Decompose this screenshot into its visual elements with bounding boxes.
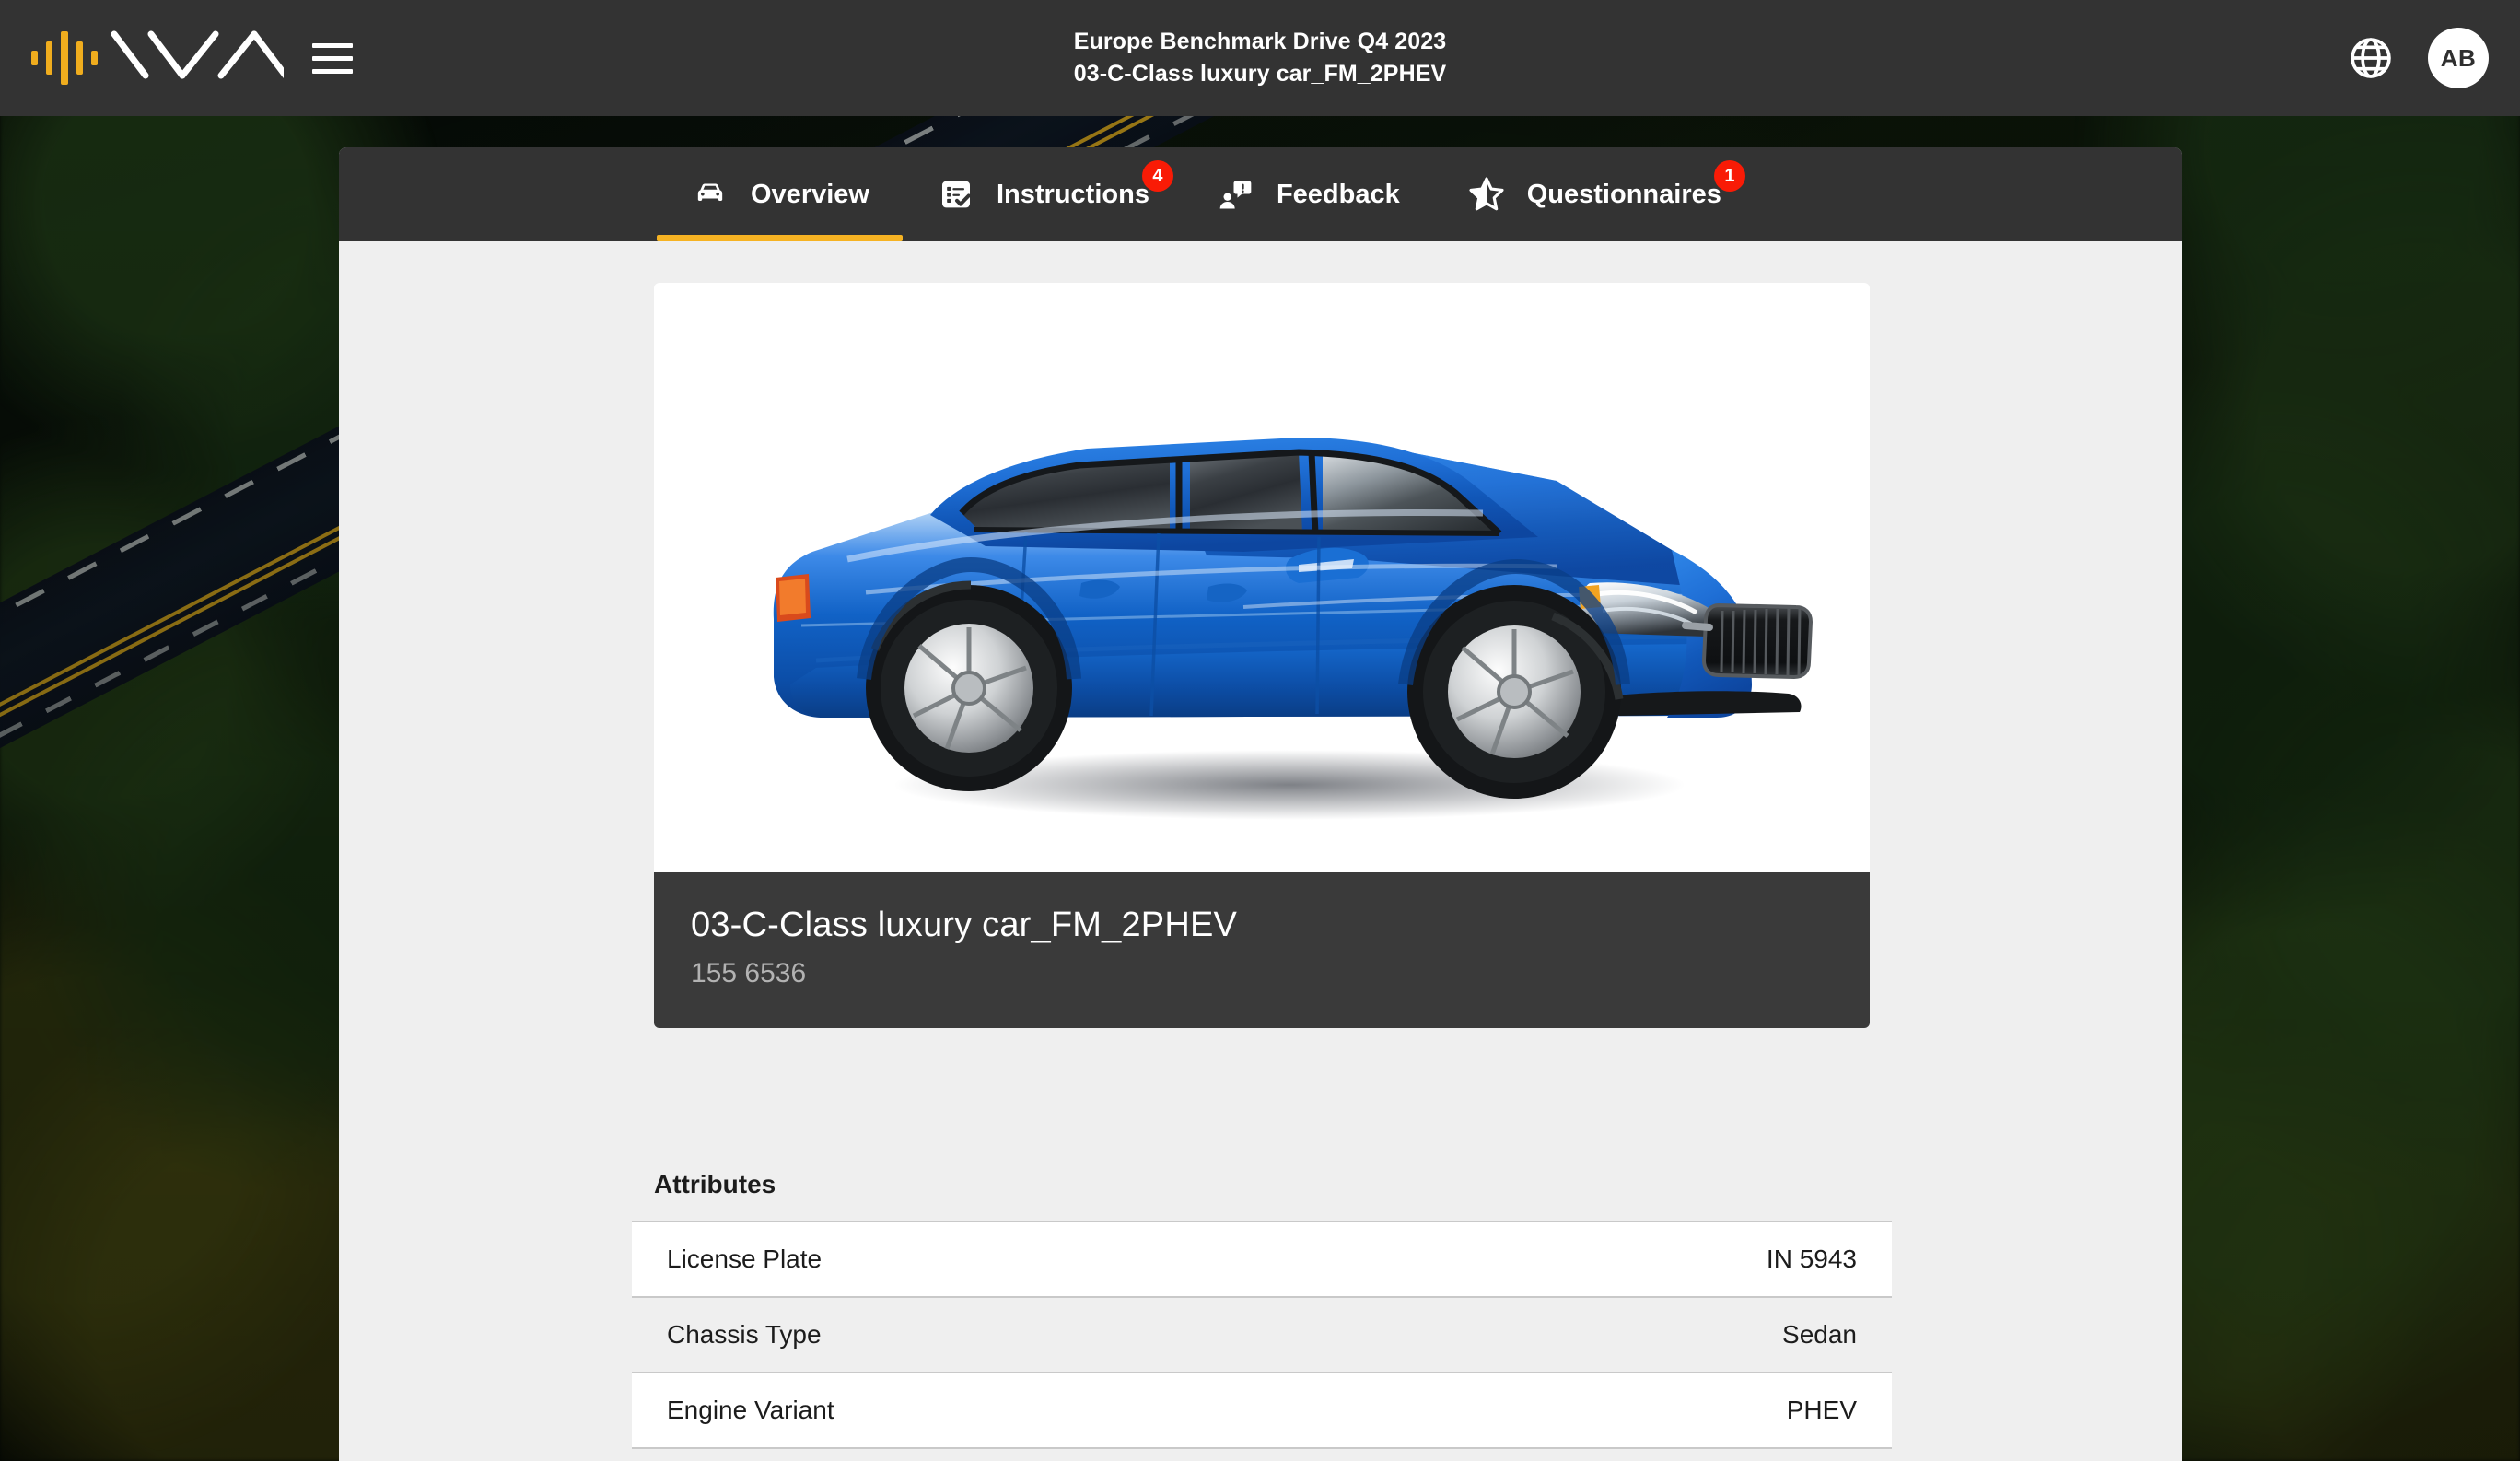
page-subtitle: 03-C-Class luxury car_FM_2PHEV xyxy=(1073,61,1447,87)
overview-panel-body: 03-C-Class luxury car_FM_2PHEV 155 6536 … xyxy=(339,241,2182,1461)
attribute-value: Sedan xyxy=(1782,1320,1857,1349)
car-icon xyxy=(690,174,730,215)
hamburger-bar-2 xyxy=(312,55,353,61)
clipboard-check-icon xyxy=(936,174,976,215)
vehicle-image xyxy=(654,283,1870,872)
attribute-value: IN 5943 xyxy=(1766,1245,1857,1273)
attribute-key: Chassis Type xyxy=(667,1320,822,1349)
table-row[interactable]: License Plate IN 5943 xyxy=(632,1221,1892,1296)
top-app-bar: Europe Benchmark Drive Q4 2023 03-C-Clas… xyxy=(0,0,2520,116)
star-half-icon xyxy=(1466,174,1507,215)
page-title: Europe Benchmark Drive Q4 2023 xyxy=(1073,29,1447,54)
vehicle-meta: 03-C-Class luxury car_FM_2PHEV 155 6536 xyxy=(654,872,1870,1028)
attribute-key: Engine Variant xyxy=(667,1396,834,1424)
avatar-initials: AB xyxy=(2440,43,2477,72)
header-title-block: Europe Benchmark Drive Q4 2023 03-C-Clas… xyxy=(0,0,2520,116)
vehicle-identifier: 155 6536 xyxy=(691,958,807,988)
table-row[interactable]: Chassis Type Sedan xyxy=(632,1296,1892,1372)
tab-instructions-badge: 4 xyxy=(1141,160,1173,192)
hamburger-bar-1 xyxy=(312,42,353,48)
content-panel: Overview Instructions 4 Feedback Questio… xyxy=(339,147,2182,1461)
tab-instructions[interactable]: Instructions 4 xyxy=(903,147,1183,241)
vehicle-card: 03-C-Class luxury car_FM_2PHEV 155 6536 xyxy=(654,283,1870,1028)
tab-questionnaires[interactable]: Questionnaires 1 xyxy=(1433,147,1755,241)
hamburger-menu-button[interactable] xyxy=(304,29,361,87)
globe-icon[interactable] xyxy=(2347,34,2395,82)
table-row[interactable]: Max Power (PS) 280 xyxy=(632,1447,1892,1461)
tab-questionnaires-badge: 1 xyxy=(1713,160,1745,192)
brand-logo[interactable] xyxy=(26,21,284,95)
vehicle-name: 03-C-Class luxury car_FM_2PHEV xyxy=(691,906,1238,944)
tab-overview[interactable]: Overview xyxy=(657,147,903,241)
tab-feedback[interactable]: Feedback xyxy=(1183,147,1433,241)
tab-instructions-label: Instructions xyxy=(996,179,1149,209)
blue-sedan-illustration xyxy=(654,283,1870,872)
person-comment-icon xyxy=(1216,174,1256,215)
top-bar-actions: AB xyxy=(2347,0,2489,116)
table-row[interactable]: Engine Variant PHEV xyxy=(632,1372,1892,1447)
tab-feedback-label: Feedback xyxy=(1276,179,1400,209)
tab-questionnaires-label: Questionnaires xyxy=(1526,179,1721,209)
attribute-value: PHEV xyxy=(1786,1396,1857,1424)
attributes-table: License Plate IN 5943 Chassis Type Sedan… xyxy=(632,1221,1892,1461)
tab-overview-label: Overview xyxy=(751,179,869,209)
attribute-key: License Plate xyxy=(667,1245,822,1273)
tab-bar: Overview Instructions 4 Feedback Questio… xyxy=(339,147,2182,241)
attributes-heading: Attributes xyxy=(654,1170,776,1198)
hamburger-bar-3 xyxy=(312,68,353,74)
avatar[interactable]: AB xyxy=(2428,28,2489,88)
